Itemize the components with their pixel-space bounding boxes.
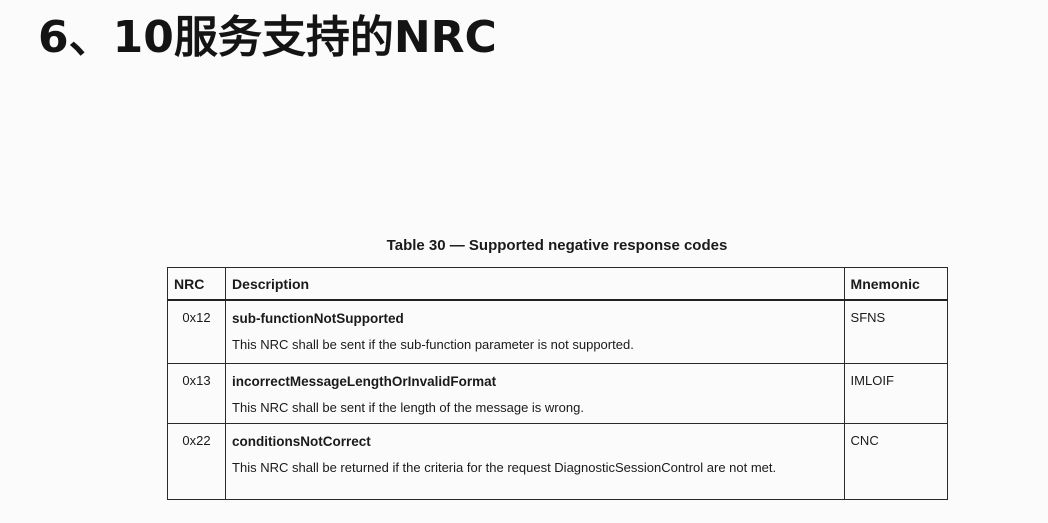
nrc-description: sub-functionNotSupported This NRC shall … [225,299,845,364]
header-nrc: NRC [166,267,227,301]
nrc-code: 0x12 [166,299,227,364]
table-row: 0x22 conditionsNotCorrect This NRC shall… [166,423,949,500]
table-row: 0x12 sub-functionNotSupported This NRC s… [166,299,949,364]
slide-title: 6、10服务支持的NRC [38,12,497,63]
nrc-mnemonic: CNC [843,423,949,500]
table-row: 0x13 incorrectMessageLengthOrInvalidForm… [166,363,949,424]
nrc-mnemonic: SFNS [843,299,949,364]
nrc-name: conditionsNotCorrect [232,434,371,449]
nrc-name: sub-functionNotSupported [232,311,404,326]
nrc-code: 0x13 [166,363,227,424]
header-description: Description [225,267,845,301]
header-mnemonic: Mnemonic [843,267,949,301]
nrc-text: This NRC shall be sent if the length of … [232,400,584,415]
table-header-row: NRC Description Mnemonic [166,267,949,301]
nrc-name: incorrectMessageLengthOrInvalidFormat [232,374,497,389]
nrc-text: This NRC shall be sent if the sub-functi… [232,337,634,352]
nrc-table: NRC Description Mnemonic 0x12 sub-functi… [166,267,949,500]
nrc-mnemonic: IMLOIF [843,363,949,424]
nrc-text: This NRC shall be returned if the criter… [232,460,777,475]
nrc-description: conditionsNotCorrect This NRC shall be r… [225,423,845,500]
nrc-description: incorrectMessageLengthOrInvalidFormat Th… [225,363,845,424]
nrc-code: 0x22 [166,423,227,500]
table-caption: Table 30 — Supported negative response c… [386,237,728,254]
